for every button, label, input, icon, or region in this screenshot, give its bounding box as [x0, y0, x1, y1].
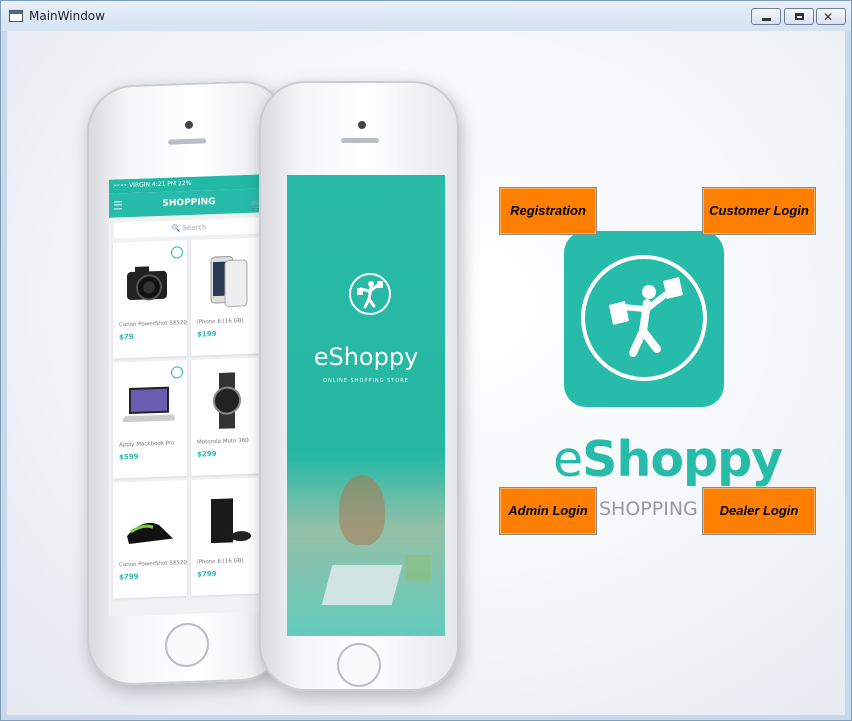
product-card: iPhone 6 (16 GB) $199	[191, 237, 265, 356]
product-name: iPhone 6 (16 GB)	[197, 318, 244, 326]
close-button[interactable]: ✕	[816, 8, 846, 25]
product-card: Apply Mackbook Pro $599	[113, 360, 187, 479]
search-placeholder: Search	[182, 223, 207, 233]
product-card: Canon PowerShot SX520 $799	[113, 480, 187, 599]
product-card: iPhone 6 (16 GB) $799	[191, 477, 265, 596]
eshoppy-app-logo	[564, 231, 724, 407]
phone-home-button	[337, 643, 381, 687]
wordmark-e: e	[553, 431, 583, 488]
splash-brand: eShoppy	[313, 343, 419, 371]
shopping-screen: •••• VIRGIN 4:21 PM 22% SHOPPING 🛒 🔍 Sea…	[109, 174, 269, 617]
phone-speaker	[341, 138, 379, 143]
hamburger-menu-icon	[114, 201, 122, 210]
splash-screen: eShoppy ONLINE SHOPPING STORE	[287, 175, 445, 636]
registration-button[interactable]: Registration	[499, 187, 597, 235]
product-name: Apply Mackbook Pro	[119, 440, 175, 449]
splash-photo-person	[339, 475, 385, 545]
shopper-icon	[609, 277, 683, 357]
shoes-product-image	[127, 522, 173, 545]
product-card: Canon PowerShot SX520 $79	[113, 240, 187, 359]
product-price: $199	[197, 329, 217, 339]
search-field: 🔍 Search	[114, 217, 264, 239]
camera-product-image	[127, 266, 167, 301]
phone-camera	[358, 121, 366, 129]
product-name: iPhone 6 (16 GB)	[197, 558, 244, 566]
favorite-icon	[171, 246, 183, 259]
watch-product-image	[213, 372, 241, 429]
product-card: Motorola Moto 360 $299	[191, 357, 265, 476]
minimize-button[interactable]	[751, 8, 781, 25]
main-window: MainWindow ✕ •••• VIRGIN 4:21 PM 22% SHO…	[0, 0, 852, 721]
iphone-product-image	[210, 256, 248, 308]
laptop-product-image	[123, 386, 175, 423]
app-window-icon	[9, 10, 23, 22]
customer-login-button[interactable]: Customer Login	[702, 187, 816, 235]
splash-photo-laptop	[321, 565, 403, 605]
phone-mockup-splash: eShoppy ONLINE SHOPPING STORE	[259, 81, 459, 691]
admin-login-button[interactable]: Admin Login	[499, 487, 597, 535]
phone-mockup-shopping: •••• VIRGIN 4:21 PM 22% SHOPPING 🛒 🔍 Sea…	[87, 79, 287, 687]
product-price: $799	[119, 572, 139, 582]
shopping-header: SHOPPING 🛒	[109, 188, 269, 218]
window-title: MainWindow	[29, 9, 105, 23]
phone-camera	[185, 120, 193, 130]
product-name: Canon PowerShot SX520	[119, 320, 187, 329]
product-name: Motorola Moto 360	[197, 437, 249, 446]
close-icon: ✕	[823, 10, 834, 24]
eshoppy-wordmark: eShoppy	[553, 431, 783, 488]
product-name: Canon PowerShot SX520	[119, 560, 187, 569]
window-content: •••• VIRGIN 4:21 PM 22% SHOPPING 🛒 🔍 Sea…	[7, 31, 845, 715]
phone-home-button	[165, 622, 209, 668]
phone-speaker	[168, 138, 206, 145]
title-bar[interactable]: MainWindow ✕	[1, 1, 851, 31]
minimize-icon	[762, 18, 771, 21]
product-grid: Canon PowerShot SX520 $79 iPhone 6 (16 G…	[109, 237, 269, 599]
product-price: $79	[119, 332, 134, 342]
splash-tagline: ONLINE SHOPPING STORE	[323, 378, 409, 384]
wordmark-shoppy: Shoppy	[582, 431, 783, 488]
product-price: $299	[197, 449, 217, 459]
product-price: $799	[197, 569, 217, 579]
wordmark-subtitle: SHOPPING S	[599, 498, 716, 520]
maximize-icon	[795, 13, 804, 20]
splash-logo-icon	[349, 273, 391, 315]
product-price: $599	[119, 452, 139, 462]
maximize-button[interactable]	[784, 8, 814, 25]
dealer-login-button[interactable]: Dealer Login	[702, 487, 816, 535]
favorite-icon	[171, 366, 183, 379]
splash-photo-gift	[405, 555, 431, 581]
console-product-image	[211, 498, 251, 544]
shopping-title: SHOPPING	[162, 197, 216, 209]
